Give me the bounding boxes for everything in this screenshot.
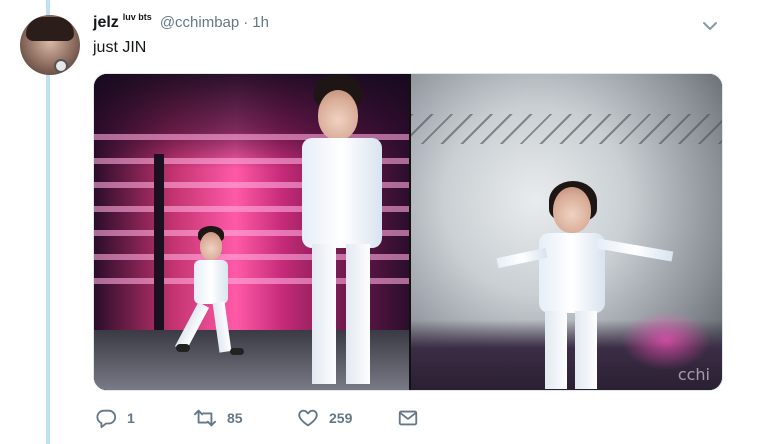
dm-button[interactable] — [397, 403, 419, 433]
media-grid: cchi — [93, 73, 723, 391]
retweet-icon — [193, 407, 217, 429]
user-handle[interactable]: @cchimbap — [160, 14, 239, 31]
photo-left[interactable] — [94, 74, 409, 390]
large-figure — [294, 74, 404, 390]
retweet-count: 85 — [227, 410, 243, 426]
envelope-icon — [397, 407, 419, 429]
like-button[interactable]: 259 — [297, 403, 352, 433]
chevron-down-icon[interactable] — [698, 14, 722, 38]
tweet-actions: 1 85 259 — [93, 403, 433, 433]
avatar-microphone — [54, 59, 68, 73]
reply-icon — [95, 407, 117, 429]
reply-count: 1 — [127, 410, 135, 426]
reply-button[interactable]: 1 — [95, 403, 135, 433]
separator-dot: · — [243, 14, 249, 31]
avatar[interactable] — [20, 15, 80, 75]
heart-icon — [297, 407, 319, 429]
display-name[interactable]: jelz — [93, 14, 119, 32]
photo-right[interactable]: cchi — [411, 74, 722, 390]
avatar-hair — [26, 17, 74, 41]
like-count: 259 — [329, 410, 353, 426]
watermark: cchi — [677, 365, 710, 384]
stadium-roof — [411, 114, 722, 144]
retweet-button[interactable]: 85 — [193, 403, 243, 433]
tweet-text: just JIN — [93, 39, 147, 56]
display-name-superscript[interactable]: luv bts — [123, 12, 152, 22]
right-figure — [496, 179, 677, 389]
tweet-header: jelz luv bts @cchimbap · 1h — [93, 12, 269, 36]
stage-tower — [154, 154, 164, 354]
timestamp[interactable]: 1h — [252, 14, 269, 31]
small-figure — [174, 224, 244, 364]
